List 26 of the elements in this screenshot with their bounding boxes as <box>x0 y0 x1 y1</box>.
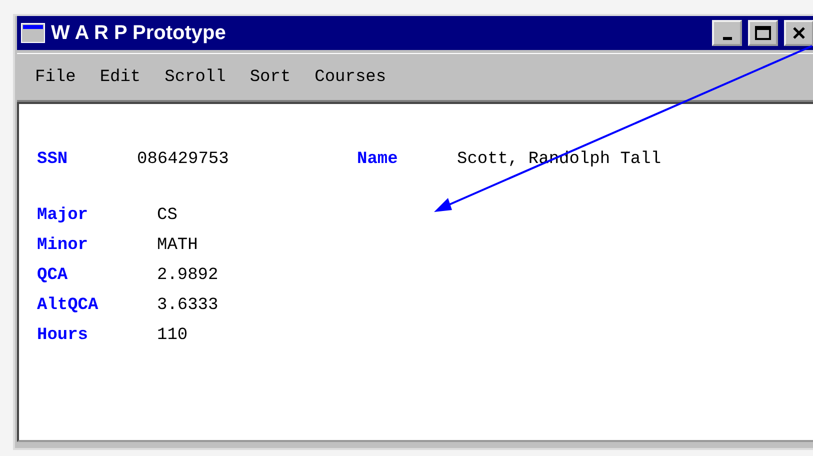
field-label: SSN <box>37 150 69 170</box>
menu-item[interactable]: Courses <box>312 68 388 86</box>
menu-item[interactable]: Edit <box>98 68 143 86</box>
close-icon <box>792 26 806 40</box>
menu-item[interactable]: Scroll <box>162 68 228 86</box>
field-value: 2.9892 <box>157 266 220 286</box>
field-label: Major <box>37 206 90 226</box>
field-label: Name <box>357 150 399 170</box>
menu-item[interactable]: File <box>33 68 78 86</box>
field-label: AltQCA <box>37 296 100 316</box>
field-label: Hours <box>37 326 90 346</box>
field-value: 3.6333 <box>157 296 220 316</box>
field-label: QCA <box>37 266 69 286</box>
close-button[interactable] <box>784 20 813 46</box>
maximize-button[interactable] <box>748 20 778 46</box>
minimize-button[interactable] <box>712 20 742 46</box>
field-value: 086429753 <box>137 150 230 170</box>
field-value: CS <box>157 206 178 226</box>
minimize-icon <box>722 36 732 40</box>
window-title: W A R P Prototype <box>51 22 227 44</box>
field-label: Minor <box>37 236 90 256</box>
window-icon <box>21 23 45 43</box>
maximize-icon <box>755 26 771 40</box>
field-value: 110 <box>157 326 189 346</box>
menu-item[interactable]: Sort <box>248 68 293 86</box>
field-value: MATH <box>157 236 199 256</box>
